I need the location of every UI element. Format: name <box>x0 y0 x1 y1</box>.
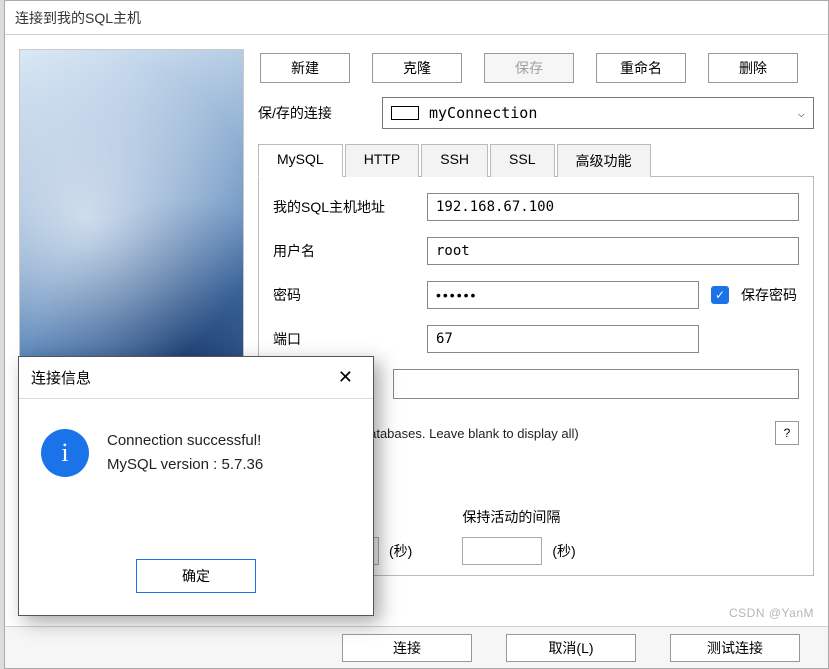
username-label: 用户名 <box>273 241 417 261</box>
username-input[interactable] <box>427 237 799 265</box>
test-connection-button[interactable]: 测试连接 <box>670 634 800 662</box>
help-button[interactable]: ? <box>775 421 799 445</box>
cancel-button[interactable]: 取消(L) <box>506 634 636 662</box>
modal-title: 连接信息 <box>31 367 91 388</box>
keepalive-input[interactable] <box>462 537 542 565</box>
modal-footer: 确定 <box>19 559 373 615</box>
save-button[interactable]: 保存 <box>484 53 574 83</box>
close-icon[interactable]: ✕ <box>330 363 361 392</box>
port-label: 端口 <box>273 329 417 349</box>
saved-connection-label: 保/存的连接 <box>258 103 370 123</box>
keepalive-label: 保持活动的间隔 <box>462 507 575 527</box>
timeout-unit: (秒) <box>389 541 412 561</box>
host-label: 我的SQL主机地址 <box>273 197 417 217</box>
action-toolbar: 新建 克隆 保存 重命名 删除 <box>258 49 814 97</box>
modal-line2: MySQL version : 5.7.36 <box>107 453 263 477</box>
database-input[interactable] <box>393 369 799 399</box>
port-input[interactable] <box>427 325 699 353</box>
connect-button[interactable]: 连接 <box>342 634 472 662</box>
info-icon: i <box>41 429 89 477</box>
save-password-label: 保存密码 <box>741 285 797 305</box>
password-label: 密码 <box>273 285 417 305</box>
window-titlebar: 连接到我的SQL主机 <box>5 1 828 35</box>
delete-button[interactable]: 删除 <box>708 53 798 83</box>
password-input[interactable] <box>427 281 699 309</box>
saved-connection-row: 保/存的连接 myConnection ⌵ <box>258 97 814 129</box>
modal-line1: Connection successful! <box>107 429 263 453</box>
ok-button[interactable]: 确定 <box>136 559 256 593</box>
modal-body: i Connection successful! MySQL version :… <box>19 399 373 559</box>
tab-strip: MySQL HTTP SSH SSL 高级功能 <box>258 143 814 177</box>
connection-color-swatch-icon <box>391 106 419 120</box>
rename-button[interactable]: 重命名 <box>596 53 686 83</box>
host-input[interactable] <box>427 193 799 221</box>
clone-button[interactable]: 克隆 <box>372 53 462 83</box>
tab-ssl[interactable]: SSL <box>490 144 554 177</box>
saved-connection-select[interactable]: myConnection ⌵ <box>382 97 814 129</box>
tab-advanced[interactable]: 高级功能 <box>557 144 651 177</box>
modal-message: Connection successful! MySQL version : 5… <box>107 429 263 477</box>
window-title: 连接到我的SQL主机 <box>15 8 141 28</box>
bottom-bar: 连接 取消(L) 测试连接 <box>5 626 828 668</box>
keepalive-unit: (秒) <box>552 541 575 561</box>
tab-ssh[interactable]: SSH <box>421 144 488 177</box>
connection-info-dialog: 连接信息 ✕ i Connection successful! MySQL ve… <box>18 356 374 616</box>
chevron-down-icon: ⌵ <box>798 106 805 120</box>
save-password-checkbox[interactable]: ✓ <box>711 286 729 304</box>
tab-mysql[interactable]: MySQL <box>258 144 343 177</box>
modal-titlebar: 连接信息 ✕ <box>19 357 373 399</box>
saved-connection-value: myConnection <box>429 104 537 122</box>
new-button[interactable]: 新建 <box>260 53 350 83</box>
tab-http[interactable]: HTTP <box>345 144 420 177</box>
